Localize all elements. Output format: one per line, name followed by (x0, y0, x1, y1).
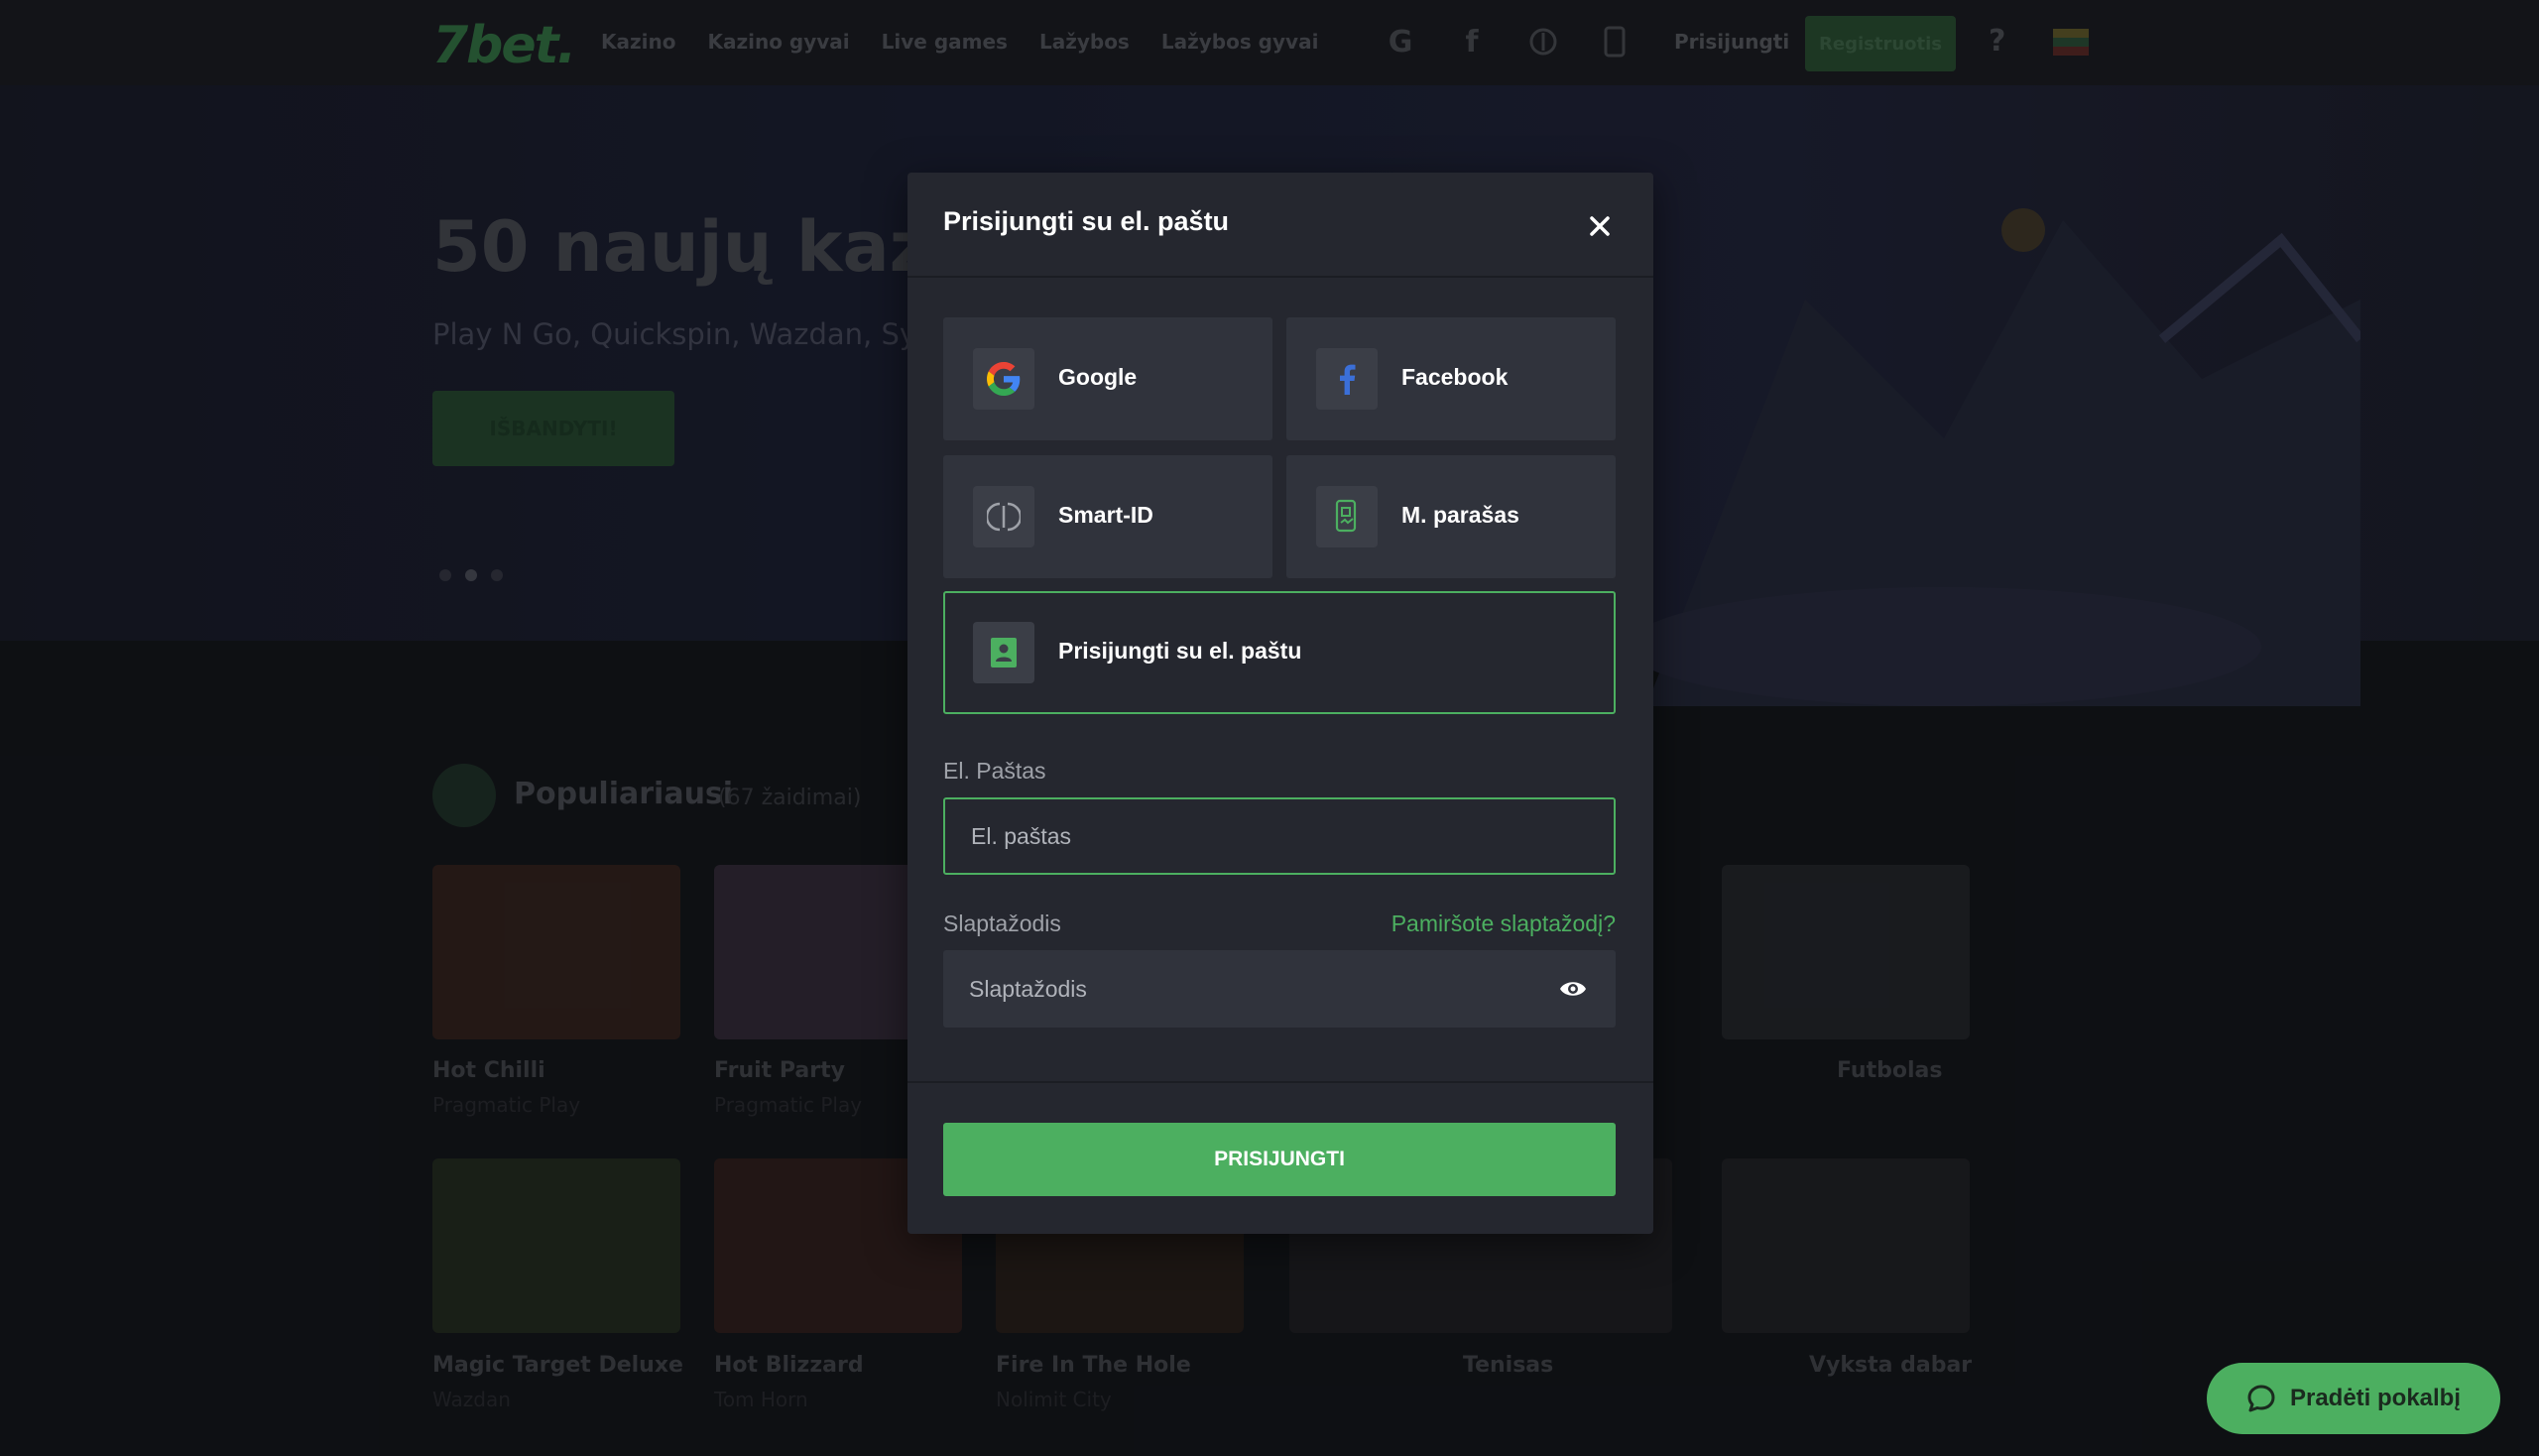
mobile-signature-icon (1316, 486, 1378, 547)
google-login-button[interactable]: Google (943, 317, 1272, 440)
method-label: M. parašas (1401, 502, 1519, 528)
smart-id-icon (973, 486, 1034, 547)
facebook-login-button[interactable]: Facebook (1286, 317, 1616, 440)
login-submit-button[interactable]: PRISIJUNGTI (943, 1123, 1616, 1196)
footer-divider (907, 1081, 1653, 1083)
email-label: El. Paštas (943, 758, 1046, 784)
modal-title: Prisijungti su el. paštu (943, 206, 1230, 236)
facebook-icon (1316, 348, 1378, 410)
email-id-icon (973, 622, 1034, 683)
method-label: Prisijungti su el. paštu (1058, 638, 1302, 664)
google-icon (973, 348, 1034, 410)
chat-bubble-icon (2247, 1385, 2275, 1412)
chat-label: Pradėti pokalbį (2289, 1385, 2462, 1411)
password-label: Slaptažodis (943, 910, 1061, 936)
email-login-button[interactable]: Prisijungti su el. paštu (943, 591, 1616, 714)
method-label: Facebook (1401, 364, 1509, 390)
forgot-password-link[interactable]: Pamiršote slaptažodį? (1390, 910, 1616, 937)
method-label: Google (1058, 364, 1138, 390)
start-chat-button[interactable]: Pradėti pokalbį (2207, 1363, 2500, 1434)
method-label: Smart-ID (1058, 502, 1153, 528)
mobile-signature-login-button[interactable]: M. parašas (1286, 455, 1616, 578)
smart-id-login-button[interactable]: Smart-ID (943, 455, 1272, 578)
login-modal: Prisijungti su el. paštu Google Facebook (907, 173, 1653, 1234)
show-password-eye-icon[interactable] (1558, 976, 1588, 1002)
close-icon[interactable] (1582, 208, 1618, 244)
password-field[interactable] (943, 950, 1616, 1028)
email-field[interactable] (943, 797, 1616, 875)
modal-header: Prisijungti su el. paštu (907, 173, 1653, 278)
